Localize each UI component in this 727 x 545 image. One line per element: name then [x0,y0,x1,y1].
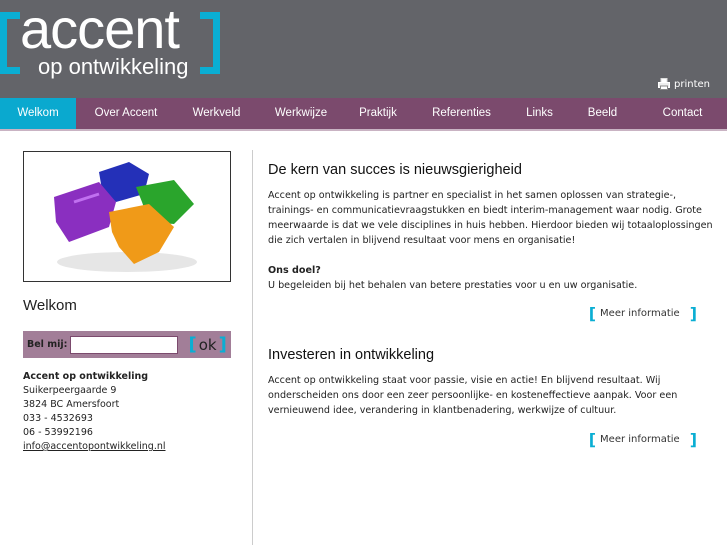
column-divider [252,150,253,545]
header: accent op ontwikkeling printen [0,0,727,98]
phone-input[interactable] [70,335,179,354]
city: 3824 BC Amersfoort [23,399,120,410]
bracket-left-icon: [ [588,304,597,323]
nav-referenties[interactable]: Referenties [411,98,512,129]
nav-welkom[interactable]: Welkom [0,98,76,129]
logo[interactable]: accent op ontwikkeling [0,0,225,79]
meer-informatie-link[interactable]: [ Meer informatie ] [589,304,697,323]
section-subtext: U begeleiden bij het behalen van betere … [268,280,638,291]
ok-label: ok [198,335,217,354]
section-title: Investeren in ontwikkeling [268,347,435,363]
section-text: Accent op ontwikkeling is partner en spe… [268,190,713,246]
nav-links[interactable]: Links [512,98,567,129]
meer-informatie-link[interactable]: [ Meer informatie ] [589,430,697,449]
logo-subtext: op ontwikkeling [38,54,189,79]
sidebar-title: Welkom [23,297,77,314]
nav-werkwijze[interactable]: Werkwijze [257,98,345,129]
logo-bracket-left [0,12,20,74]
nav-contact[interactable]: Contact [638,98,727,129]
callback-form: Bel mij: [ ok ] [23,331,231,358]
section-title: De kern van succes is nieuwsgierigheid [268,162,522,178]
nav-praktijk[interactable]: Praktijk [345,98,411,129]
main-nav: Welkom Over Accent Werkveld Werkwijze Pr… [0,98,727,131]
address-block: Accent op ontwikkeling Suikerpeergaarde … [23,370,166,454]
print-label: printen [674,78,710,90]
nav-beeld[interactable]: Beeld [567,98,638,129]
bracket-right-icon: ] [218,334,227,355]
printer-icon [658,78,670,90]
street: Suikerpeergaarde 9 [23,385,117,396]
nav-over-accent[interactable]: Over Accent [76,98,176,129]
print-link[interactable]: printen [658,78,710,90]
puzzle-pieces-image [23,151,231,282]
meer-informatie-label: Meer informatie [600,308,680,319]
bracket-right-icon: ] [689,430,697,449]
logo-text: accent [20,0,180,60]
section-subtitle: Ons doel? [268,265,321,276]
bracket-left-icon: [ [188,334,197,355]
ok-button[interactable]: [ ok ] [188,334,226,355]
company-name: Accent op ontwikkeling [23,371,149,382]
section-kern: De kern van succes is nieuwsgierigheid A… [268,162,713,332]
section-text: Accent op ontwikkeling staat voor passie… [268,375,678,416]
callback-label: Bel mij: [27,339,68,350]
bracket-left-icon: [ [588,430,597,449]
phone-1: 033 - 4532693 [23,413,93,424]
logo-bracket-right [200,12,220,74]
email-link[interactable]: info@accentopontwikkeling.nl [23,441,166,452]
section-investeren: Investeren in ontwikkeling Accent op ont… [268,347,713,457]
phone-2: 06 - 53992196 [23,427,93,438]
nav-werkveld[interactable]: Werkveld [176,98,257,129]
bracket-right-icon: ] [689,304,697,323]
meer-informatie-label: Meer informatie [600,434,680,445]
